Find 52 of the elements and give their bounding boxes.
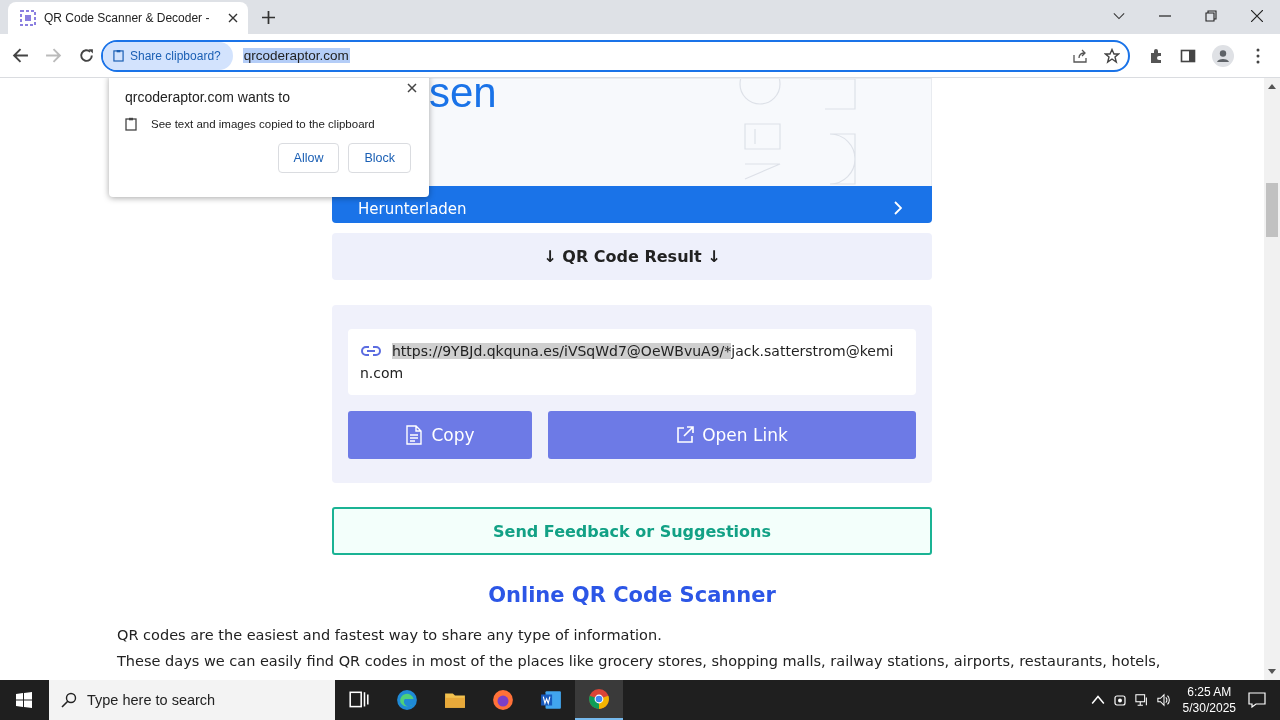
result-heading: ↓ QR Code Result ↓	[332, 233, 932, 280]
share-icon[interactable]	[1072, 47, 1088, 64]
document-icon	[405, 425, 424, 445]
banner-heading: sen	[429, 79, 497, 117]
taskbar-search-field[interactable]: Type here to search	[49, 680, 335, 720]
search-icon	[61, 692, 77, 708]
notification-icon[interactable]	[1248, 692, 1266, 708]
speaker-icon[interactable]	[1156, 693, 1171, 707]
meet-icon[interactable]	[1112, 693, 1127, 707]
chevron-up-icon[interactable]	[1090, 693, 1105, 707]
clipboard-icon	[125, 117, 137, 131]
browser-tab[interactable]: QR Code Scanner & Decoder -	[8, 2, 248, 34]
block-button[interactable]: Block	[348, 143, 411, 173]
paragraph: These days we can easily find QR codes in most of the places like grocery stores, shopping malls, railway stations, airports, restaurants, hotels,	[117, 653, 1162, 669]
chrome-taskbar-icon[interactable]	[575, 680, 623, 720]
copy-button[interactable]: Copy	[348, 411, 532, 459]
close-icon[interactable]	[407, 83, 417, 93]
clock-time[interactable]: 6:25 AM	[1187, 684, 1232, 700]
restore-icon[interactable]	[1205, 10, 1217, 22]
chevron-down-icon[interactable]	[1113, 10, 1125, 22]
close-icon[interactable]	[1251, 10, 1263, 22]
clipboard-icon	[113, 49, 124, 62]
external-link-icon	[676, 425, 695, 445]
network-icon[interactable]	[1134, 693, 1149, 707]
popup-title: qrcoderaptor.com wants to	[125, 89, 291, 105]
side-panel-icon[interactable]	[1180, 47, 1196, 64]
profile-icon[interactable]	[1212, 44, 1234, 67]
paragraph: QR codes are the easiest and fastest way to share any type of information.	[117, 627, 663, 643]
reload-icon[interactable]	[78, 47, 95, 64]
permission-text: See text and images copied to the clipboard	[151, 118, 375, 130]
scrollbar-thumb[interactable]	[1266, 183, 1278, 237]
share-clipboard-chip[interactable]: Share clipboard?	[103, 41, 233, 70]
new-tab-icon[interactable]	[262, 11, 275, 24]
puzzle-icon[interactable]	[1148, 47, 1164, 64]
link-icon	[360, 343, 382, 359]
result-text: https://9YBJd.qkquna.es/iVSqWd7@OeWBvuA9/*jack.satterstrom@kemin.com	[360, 342, 895, 383]
open-link-button[interactable]: Open Link	[548, 411, 916, 459]
scroll-down-icon[interactable]	[1268, 669, 1276, 674]
section-heading: Online QR Code Scanner	[487, 583, 777, 609]
tab-title: QR Code Scanner & Decoder -	[44, 11, 211, 25]
qr-icon	[20, 10, 36, 26]
close-icon[interactable]	[228, 13, 238, 23]
back-icon[interactable]	[12, 47, 29, 64]
star-icon[interactable]	[1104, 47, 1120, 64]
clock-date[interactable]: 5/30/2025	[1182, 700, 1236, 716]
scrollbar[interactable]	[1264, 78, 1280, 680]
allow-button[interactable]: Allow	[277, 143, 340, 173]
url-text: qrcoderaptor.com	[242, 48, 350, 63]
address-bar[interactable]: Share clipboard? qrcoderaptor.com	[101, 39, 1130, 72]
windows-start-icon[interactable]	[16, 692, 32, 708]
download-bar[interactable]: Herunterladen	[332, 186, 932, 223]
scroll-up-icon[interactable]	[1268, 84, 1276, 89]
